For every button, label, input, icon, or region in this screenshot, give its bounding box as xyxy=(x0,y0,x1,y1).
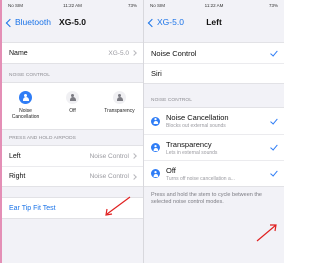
page-title: Left xyxy=(206,17,222,27)
press-row-left[interactable]: Left Noise Control xyxy=(2,146,143,166)
press-option-group: Noise Control Siri xyxy=(144,42,284,84)
noise-cancellation-icon xyxy=(151,116,160,126)
press-row-label: Left xyxy=(9,152,21,160)
right-screen: No SIM 11:22 AM 73% XG-5.0 Left Noise Co… xyxy=(143,0,284,263)
mode-subtitle: Blocks out external sounds xyxy=(166,123,226,129)
mode-title: Transparency xyxy=(166,139,212,149)
press-row-right[interactable]: Right Noise Control xyxy=(2,166,143,186)
press-row-value: Noise Control xyxy=(89,152,129,160)
name-group: Name XG-5.0 xyxy=(2,42,143,64)
checkmark-icon xyxy=(269,116,277,124)
checkmark-icon xyxy=(269,48,277,56)
mode-subtitle: Turns off noise cancellation a... xyxy=(166,175,235,182)
name-value: XG-5.0 xyxy=(108,49,129,57)
mode-label: Transparency xyxy=(104,108,135,114)
noise-mode-group: Noise Cancellation Off Transparency xyxy=(2,82,143,130)
status-bar: No SIM 11:22 AM 73% xyxy=(144,0,284,12)
noise-mode-row-cancellation[interactable]: Noise Cancellation Blocks out external s… xyxy=(144,108,284,134)
press-hold-group: Left Noise Control Right Noise Control xyxy=(2,145,143,187)
chevron-right-icon xyxy=(131,173,137,180)
mode-title: Noise Cancellation xyxy=(166,113,229,122)
chevron-right-icon xyxy=(131,50,137,56)
mode-title: Off xyxy=(166,165,176,175)
option-label: Noise Control xyxy=(151,48,197,58)
press-hold-header: PRESS AND HOLD AIRPODS xyxy=(9,136,76,141)
noise-mode-row-off[interactable]: Off Turns off noise cancellation a... xyxy=(144,160,284,186)
name-label: Name xyxy=(9,49,28,57)
battery-label: 73% xyxy=(127,3,137,8)
option-label: Siri xyxy=(151,69,162,78)
noise-cancellation-icon xyxy=(19,91,32,104)
mode-subtitle: Lets in external sounds xyxy=(166,149,218,156)
name-row[interactable]: Name XG-5.0 xyxy=(2,43,143,63)
noise-mode-list: Noise Cancellation Blocks out external s… xyxy=(144,107,284,187)
page-title: XG-5.0 xyxy=(59,17,86,27)
checkmark-icon xyxy=(269,168,277,177)
status-time: 11:22 AM xyxy=(204,3,224,8)
noise-control-header: NOISE CONTROL xyxy=(151,98,193,103)
footer-note: Press and hold the stem to cycle between… xyxy=(151,192,262,205)
battery-label: 73% xyxy=(268,3,278,8)
transparency-icon xyxy=(151,143,160,152)
noise-mode-row-transparency[interactable]: Transparency Lets in external sounds xyxy=(144,134,284,160)
mode-label: Off xyxy=(69,108,76,114)
status-time: 11:22 AM xyxy=(63,3,82,8)
option-noise-control[interactable]: Noise Control xyxy=(144,43,284,63)
ear-tip-fit-test-link[interactable]: Ear Tip Fit Test xyxy=(2,198,143,218)
mode-off[interactable]: Off xyxy=(55,91,91,114)
annotation-arrow xyxy=(256,224,277,242)
press-row-label: Right xyxy=(9,173,26,180)
press-row-value: Noise Control xyxy=(89,173,129,180)
status-bar: No SIM 11:22 AM 73% xyxy=(2,0,143,12)
checkmark-icon xyxy=(269,142,277,151)
option-siri[interactable]: Siri xyxy=(144,63,284,83)
mode-label: Noise Cancellation xyxy=(11,108,40,120)
nav-bar: Bluetooth XG-5.0 xyxy=(2,12,143,34)
mode-transparency[interactable]: Transparency xyxy=(102,91,138,114)
mode-noise-cancellation[interactable]: Noise Cancellation xyxy=(8,91,44,120)
chevron-right-icon xyxy=(131,153,137,159)
ear-tip-group: Ear Tip Fit Test xyxy=(2,197,143,219)
off-mode-icon xyxy=(151,169,160,178)
noise-control-header: NOISE CONTROL xyxy=(9,73,51,78)
left-screen: No SIM 11:22 AM 73% Bluetooth XG-5.0 Nam… xyxy=(2,0,143,263)
off-mode-icon xyxy=(66,91,79,104)
transparency-icon xyxy=(113,91,126,104)
nav-bar: XG-5.0 Left xyxy=(144,12,284,34)
